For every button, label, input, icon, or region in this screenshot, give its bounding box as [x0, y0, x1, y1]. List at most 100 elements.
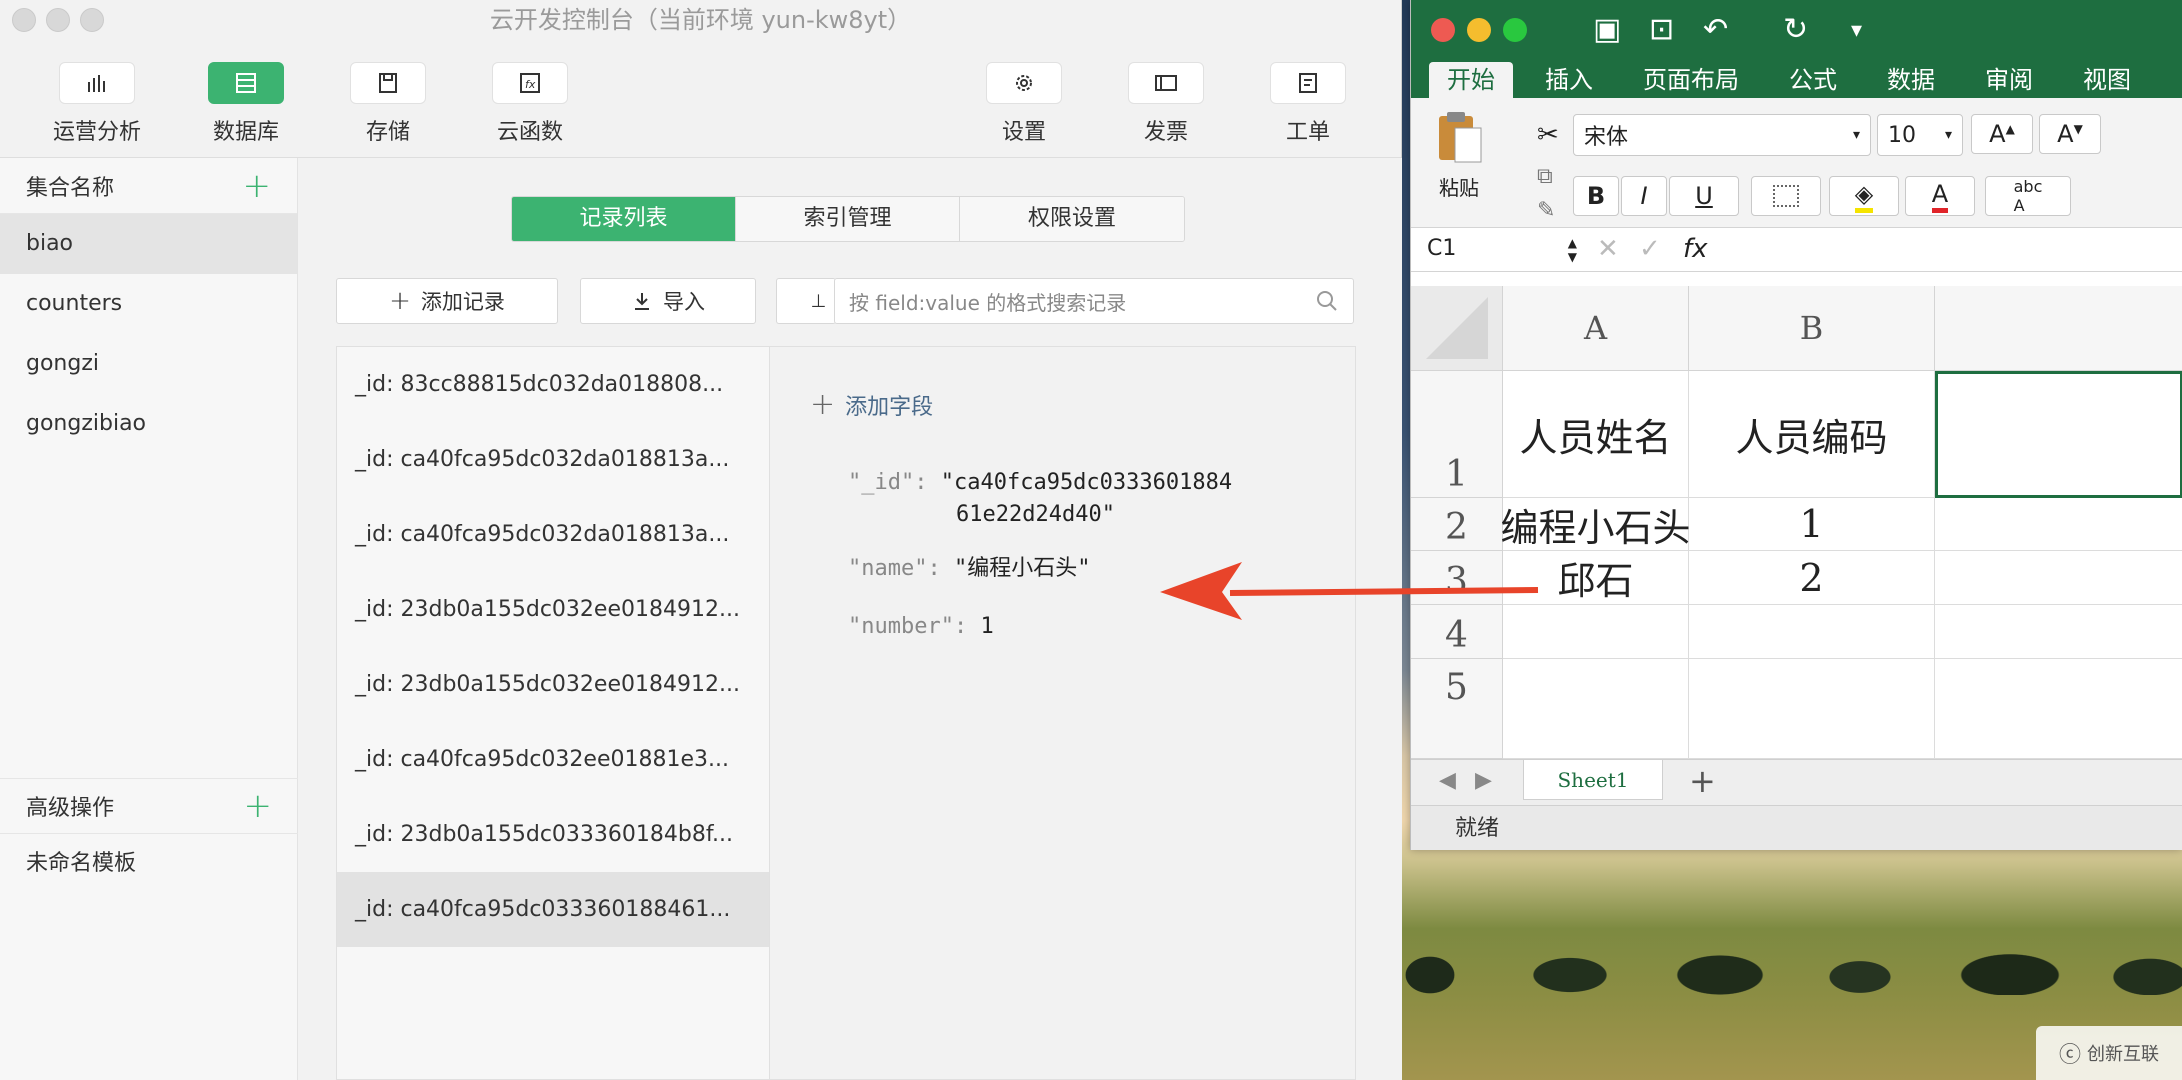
row-header-1[interactable]: 1: [1411, 371, 1503, 498]
tab-indexes[interactable]: 索引管理: [736, 197, 960, 241]
cell-a5[interactable]: [1503, 659, 1689, 759]
column-header-c[interactable]: [1935, 286, 2182, 371]
sidebar-toggle-icon[interactable]: ▣: [1593, 12, 1621, 47]
italic-button[interactable]: I: [1621, 176, 1667, 216]
export-button[interactable]: ⊥: [776, 278, 836, 324]
toolbar-ticket-button[interactable]: 工单: [1270, 62, 1346, 146]
row-header-2[interactable]: 2: [1411, 498, 1503, 551]
phonetic-guide-button[interactable]: abc A: [1985, 176, 2071, 216]
add-collection-icon[interactable]: +: [243, 169, 272, 203]
ribbon-tab-formulas[interactable]: 公式: [1771, 62, 1855, 98]
cell-c2[interactable]: [1935, 498, 2182, 551]
add-template-icon[interactable]: +: [244, 789, 273, 823]
next-sheet-icon[interactable]: ▶: [1475, 768, 1492, 793]
tab-permissions[interactable]: 权限设置: [960, 197, 1184, 241]
undo-icon[interactable]: ↶: [1703, 12, 1728, 47]
font-color-button[interactable]: A: [1905, 176, 1975, 216]
copy-icon[interactable]: ⧉: [1537, 164, 1553, 189]
fx-icon[interactable]: fx: [1683, 234, 1708, 264]
record-row[interactable]: _id: ca40fca95dc032da018813a...: [337, 422, 769, 497]
customize-quick-access-icon[interactable]: ▾: [1851, 18, 1862, 43]
toolbar-cloud-function-button[interactable]: fx 云函数: [492, 62, 568, 146]
collection-item-biao[interactable]: biao: [0, 214, 297, 274]
enter-icon[interactable]: ✓: [1639, 234, 1661, 264]
ribbon-tab-page-layout[interactable]: 页面布局: [1625, 62, 1757, 98]
record-row[interactable]: _id: 23db0a155dc032ee0184912...: [337, 647, 769, 722]
add-sheet-icon[interactable]: +: [1689, 762, 1716, 800]
font-name-select[interactable]: 宋体 ▾: [1573, 114, 1871, 156]
toolbar-database-button[interactable]: 数据库: [208, 62, 284, 146]
add-field-button[interactable]: + 添加字段: [810, 387, 933, 422]
cell-a1[interactable]: 人员姓名: [1503, 371, 1689, 498]
borders-button[interactable]: [1751, 176, 1821, 216]
excel-close-button[interactable]: [1431, 18, 1455, 42]
toolbar-label: 发票: [1143, 120, 1188, 145]
column-header-b[interactable]: B: [1689, 286, 1935, 371]
format-painter-icon[interactable]: ✎: [1537, 198, 1555, 223]
select-all-corner[interactable]: [1411, 286, 1503, 371]
record-search-box[interactable]: 按 field:value 的格式搜索记录: [834, 278, 1354, 324]
column-header-a[interactable]: A: [1503, 286, 1689, 371]
field-number[interactable]: "number": 1: [848, 611, 994, 643]
sheet-tab-sheet1[interactable]: Sheet1: [1523, 760, 1663, 800]
toolbar-analytics-button[interactable]: 运营分析: [52, 62, 142, 146]
paste-button[interactable]: 粘贴: [1429, 108, 1489, 201]
prev-sheet-icon[interactable]: ◀: [1439, 768, 1456, 793]
cell-c1-selected[interactable]: [1935, 371, 2182, 498]
decrease-font-size-button[interactable]: A▼: [2039, 114, 2101, 154]
record-row[interactable]: _id: 23db0a155dc032ee0184912...: [337, 572, 769, 647]
cut-icon[interactable]: ✂: [1537, 120, 1559, 150]
cell-c5[interactable]: [1935, 659, 2182, 759]
cell-b5[interactable]: [1689, 659, 1935, 759]
import-button[interactable]: 导入: [580, 278, 756, 324]
save-icon[interactable]: ⊡: [1649, 12, 1674, 47]
cell-b1[interactable]: 人员编码: [1689, 371, 1935, 498]
record-row[interactable]: _id: 83cc88815dc032da018808...: [337, 347, 769, 422]
fill-color-button[interactable]: ◈: [1829, 176, 1899, 216]
minimize-button[interactable]: [46, 8, 70, 32]
name-box[interactable]: C1 ▲ ▼: [1427, 236, 1577, 264]
ribbon-tab-review[interactable]: 审阅: [1967, 62, 2051, 98]
ribbon-tab-data[interactable]: 数据: [1869, 62, 1953, 98]
collection-item-counters[interactable]: counters: [0, 274, 297, 334]
cell-b4[interactable]: [1689, 605, 1935, 659]
record-row[interactable]: _id: ca40fca95dc032da018813a...: [337, 497, 769, 572]
ribbon-tab-home[interactable]: 开始: [1429, 62, 1513, 98]
add-record-button[interactable]: + 添加记录: [336, 278, 558, 324]
excel-zoom-button[interactable]: [1503, 18, 1527, 42]
toolbar-storage-button[interactable]: 存储: [350, 62, 426, 146]
cell-c3[interactable]: [1935, 551, 2182, 605]
cancel-icon[interactable]: ✕: [1597, 234, 1619, 264]
formula-input[interactable]: [1731, 232, 2171, 268]
underline-button[interactable]: U: [1669, 176, 1739, 216]
excel-minimize-button[interactable]: [1467, 18, 1491, 42]
advanced-header-label: 高级操作: [26, 796, 115, 821]
zoom-button[interactable]: [80, 8, 104, 32]
template-item[interactable]: 未命名模板: [0, 834, 298, 894]
close-button[interactable]: [12, 8, 36, 32]
redo-icon[interactable]: ↻: [1783, 12, 1808, 47]
font-size-select[interactable]: 10 ▾: [1877, 114, 1963, 156]
search-icon[interactable]: [1315, 289, 1339, 313]
collection-item-gongzi[interactable]: gongzi: [0, 334, 297, 394]
increase-font-size-button[interactable]: A▲: [1971, 114, 2033, 154]
record-row[interactable]: _id: 23db0a155dc033360184b8f...: [337, 797, 769, 872]
cell-a2[interactable]: 编程小石头: [1501, 498, 1691, 551]
field-key: "number":: [848, 614, 968, 639]
toolbar-settings-button[interactable]: 设置: [986, 62, 1062, 146]
tab-records[interactable]: 记录列表: [512, 197, 736, 241]
ribbon-tab-view[interactable]: 视图: [2065, 62, 2149, 98]
record-row[interactable]: _id: ca40fca95dc032ee01881e3...: [337, 722, 769, 797]
row-header-5[interactable]: 5: [1411, 659, 1503, 759]
record-row-selected[interactable]: _id: ca40fca95dc033360188461...: [337, 872, 769, 947]
field-name[interactable]: "name": "编程小石头": [848, 553, 1090, 585]
collection-item-gongzibiao[interactable]: gongzibiao: [0, 394, 297, 454]
cell-b2[interactable]: 1: [1689, 498, 1935, 551]
cell-b3[interactable]: 2: [1689, 551, 1935, 605]
cell-c4[interactable]: [1935, 605, 2182, 659]
field-id[interactable]: "_id": "ca40fca95dc0333601884: [848, 467, 1232, 499]
bold-button[interactable]: B: [1573, 176, 1619, 216]
ribbon-tab-insert[interactable]: 插入: [1527, 62, 1611, 98]
toolbar-invoice-button[interactable]: 发票: [1128, 62, 1204, 146]
sheet-tabs-bar: ◀ ▶ Sheet1 +: [1411, 759, 2182, 805]
